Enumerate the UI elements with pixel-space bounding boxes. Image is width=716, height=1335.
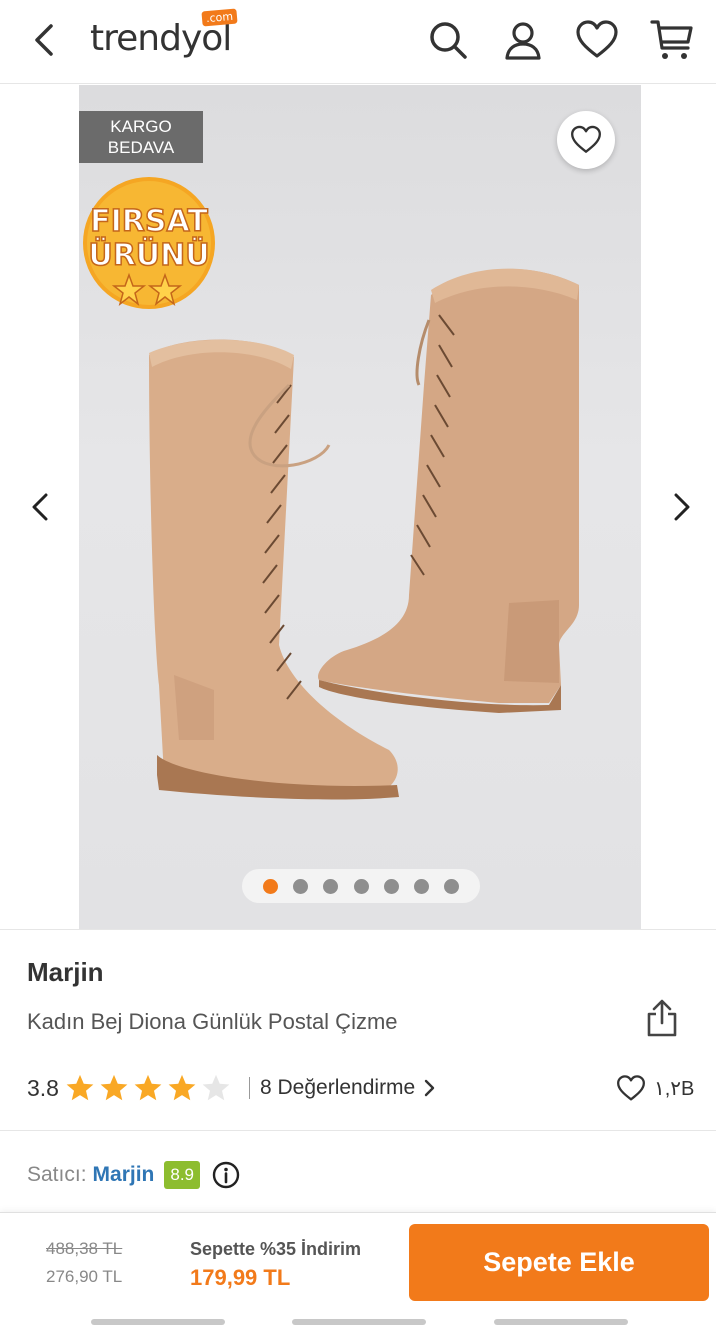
- gallery-prev-button[interactable]: [20, 485, 60, 529]
- pagination-dot[interactable]: [443, 878, 459, 894]
- gallery-pagination: [242, 869, 480, 903]
- top-app-bar: trendyol .com: [0, 0, 716, 84]
- chevron-right-icon: [674, 493, 690, 521]
- firsat-badge-graphic: FIRSAT ÜRÜNÜ: [83, 177, 215, 309]
- old-price: 488,38 TL: [46, 1239, 123, 1258]
- star-icon: [100, 1074, 128, 1101]
- favorite-count: ١,٢B: [654, 1077, 695, 1100]
- favorite-count-button[interactable]: ١,٢B: [616, 1070, 694, 1106]
- pagination-dot[interactable]: [383, 878, 399, 894]
- seller-info-button[interactable]: [212, 1161, 240, 1189]
- product-gallery: KARGO BEDAVA FIRSAT ÜRÜNÜ: [0, 85, 716, 929]
- heart-icon: [576, 20, 618, 58]
- seller-name-link[interactable]: Marjin: [93, 1163, 155, 1187]
- share-icon: [647, 999, 677, 1037]
- pagination-dot[interactable]: [293, 878, 309, 894]
- product-image[interactable]: KARGO BEDAVA FIRSAT ÜRÜNÜ: [79, 85, 641, 929]
- trendyol-logo[interactable]: trendyol .com: [90, 8, 238, 64]
- pagination-dot[interactable]: [413, 878, 429, 894]
- basket-discount-price: 179,99 TL: [190, 1265, 291, 1290]
- heart-icon: [571, 125, 601, 153]
- account-button[interactable]: [501, 18, 545, 62]
- product-info: Marjin Kadın Bej Diona Günlük Postal Çiz…: [0, 929, 716, 1131]
- image-favorite-button[interactable]: [557, 111, 615, 169]
- pagination-dot[interactable]: [323, 878, 339, 894]
- bottom-purchase-bar: 488,38 TL 276,90 TL Sepette %35 İndirim …: [0, 1212, 716, 1335]
- product-name: Kadın Bej Diona Günlük Postal Çizme: [27, 1009, 398, 1034]
- reviews-link[interactable]: 8 Değerlendirme: [260, 1076, 437, 1100]
- info-icon: [212, 1161, 240, 1189]
- home-indicator-segment: [494, 1319, 628, 1325]
- gallery-next-button[interactable]: [662, 485, 702, 529]
- rating-divider: [248, 1077, 250, 1099]
- heart-icon: [617, 1074, 645, 1100]
- back-button[interactable]: [24, 20, 64, 60]
- firsat-line1: FIRSAT: [90, 204, 208, 239]
- star-icon: [168, 1074, 196, 1101]
- chevron-left-icon: [35, 24, 53, 56]
- seller-label: Satıcı:: [27, 1163, 87, 1186]
- search-icon: [430, 22, 467, 59]
- home-indicator-segment: [91, 1319, 225, 1325]
- basket-discount-label: Sepette %35 İndirim: [190, 1239, 362, 1259]
- brand-name[interactable]: Marjin: [27, 957, 104, 988]
- star-icon: [202, 1074, 230, 1101]
- cart-icon: [650, 20, 693, 59]
- firsat-line2: ÜRÜNÜ: [88, 236, 209, 273]
- user-icon: [505, 22, 541, 60]
- free-shipping-badge: KARGO BEDAVA: [79, 111, 203, 163]
- pagination-dot[interactable]: [263, 878, 279, 894]
- pagination-dot[interactable]: [353, 878, 369, 894]
- chevron-left-icon: [32, 493, 48, 521]
- free-shipping-line1: KARGO: [110, 117, 172, 136]
- search-button[interactable]: [426, 18, 470, 62]
- seller-score-badge: 8.9: [164, 1161, 201, 1189]
- add-to-cart-button[interactable]: Sepete Ekle: [409, 1224, 709, 1301]
- free-shipping-line2: BEDAVA: [107, 138, 175, 157]
- rating-stars: [65, 1073, 235, 1103]
- rating-row: 3.8 8 Değerlendirme: [27, 1070, 437, 1106]
- cart-button[interactable]: [650, 18, 694, 62]
- reviews-label: 8 Değerlendirme: [259, 1076, 416, 1099]
- star-icon: [66, 1074, 94, 1101]
- firsat-urunu-badge: FIRSAT ÜRÜNÜ: [81, 175, 221, 315]
- favorites-button[interactable]: [575, 18, 619, 62]
- logo-com-badge: .com: [201, 8, 238, 27]
- star-icon: [134, 1074, 162, 1101]
- chevron-right-icon: [425, 1079, 435, 1097]
- share-button[interactable]: [642, 998, 682, 1038]
- home-indicator-segment: [292, 1319, 426, 1325]
- current-price: 276,90 TL: [46, 1267, 123, 1286]
- rating-value: 3.8: [27, 1074, 59, 1101]
- seller-row: Satıcı: Marjin 8.9: [27, 1156, 240, 1194]
